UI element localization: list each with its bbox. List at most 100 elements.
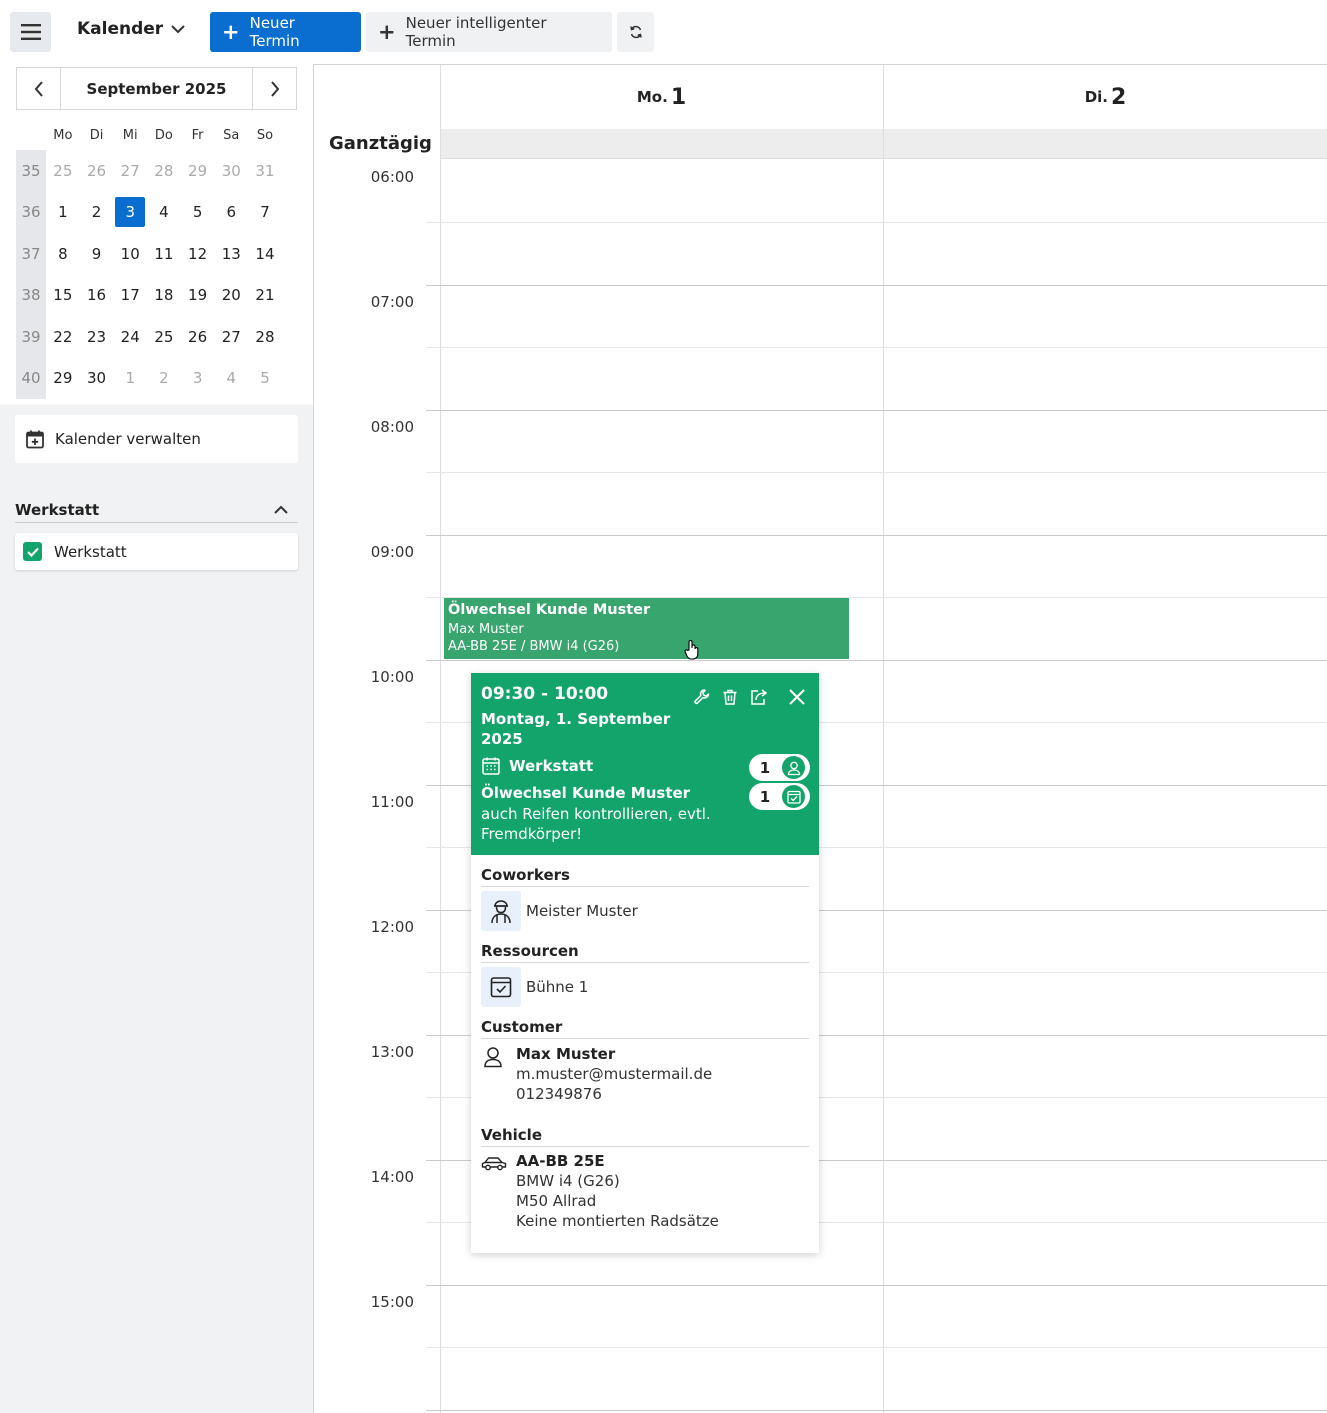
check-icon <box>26 547 39 557</box>
checkbox[interactable] <box>23 542 42 561</box>
week-number[interactable]: 39 <box>16 316 46 358</box>
mini-calendar-day[interactable]: 26 <box>181 322 215 352</box>
customer-details: Max Muster m.muster@mustermail.de 012349… <box>516 1044 712 1104</box>
mini-calendar-day[interactable]: 5 <box>248 363 282 393</box>
day-number: 1 <box>670 84 687 110</box>
mini-calendar-day[interactable]: 2 <box>80 197 114 227</box>
refresh-button[interactable] <box>617 12 654 52</box>
hour-label: 13:00 <box>370 1043 414 1061</box>
customer-email[interactable]: m.muster@mustermail.de <box>516 1064 712 1084</box>
mini-calendar-day[interactable]: 27 <box>214 322 248 352</box>
day-header-monday[interactable]: Mo. 1 <box>440 65 883 129</box>
mini-calendar-day[interactable]: 23 <box>80 322 114 352</box>
mini-calendar-day[interactable]: 18 <box>147 280 181 310</box>
customer-phone[interactable]: 012349876 <box>516 1084 712 1104</box>
resource-name: Bühne 1 <box>526 978 589 996</box>
week-number[interactable]: 35 <box>16 150 46 192</box>
column-divider <box>440 65 441 1413</box>
week-number[interactable]: 36 <box>16 191 46 233</box>
day-name: Di. <box>1084 88 1108 106</box>
week-number[interactable]: 38 <box>16 274 46 316</box>
customer-name: Max Muster <box>516 1045 616 1063</box>
mini-calendar-day[interactable]: 20 <box>214 280 248 310</box>
mini-calendar-day[interactable]: 28 <box>147 156 181 186</box>
week-number[interactable]: 40 <box>16 357 46 399</box>
mini-calendar-day[interactable]: 19 <box>181 280 215 310</box>
mini-calendar-day[interactable]: 25 <box>147 322 181 352</box>
menu-button[interactable] <box>10 12 51 52</box>
week-number-header <box>16 120 46 150</box>
mini-calendar-day[interactable]: 29 <box>46 363 80 393</box>
mini-calendar-day[interactable]: 27 <box>113 156 147 186</box>
mini-calendar-week: 40 29 30 1 2 3 4 5 <box>16 357 297 399</box>
new-smart-appointment-button[interactable]: + Neuer intelligenter Termin <box>366 12 612 52</box>
mini-calendar-day[interactable]: 25 <box>46 156 80 186</box>
chevron-left-icon <box>34 80 43 97</box>
mini-calendar-day[interactable]: 12 <box>181 239 215 269</box>
close-icon[interactable] <box>787 687 807 707</box>
mini-calendar-day[interactable]: 29 <box>181 156 215 186</box>
mini-calendar-day[interactable]: 5 <box>181 197 215 227</box>
wrench-icon[interactable] <box>693 688 711 706</box>
mini-calendar-day[interactable]: 1 <box>113 363 147 393</box>
mini-calendar-day[interactable]: 21 <box>248 280 282 310</box>
calendar-selector[interactable]: Kalender <box>77 19 185 39</box>
mini-calendar-day[interactable]: 28 <box>248 322 282 352</box>
hour-gridline <box>426 285 1327 286</box>
trash-icon[interactable] <box>721 688 739 706</box>
mini-calendar-day[interactable]: 10 <box>113 239 147 269</box>
mini-calendar-day[interactable]: 1 <box>46 197 80 227</box>
resource-count: 1 <box>759 787 771 806</box>
plus-icon: + <box>378 19 396 44</box>
calendar-item-werkstatt[interactable]: Werkstatt <box>15 533 298 570</box>
mini-calendar-day[interactable]: 17 <box>113 280 147 310</box>
mini-calendar-grid: Mo Di Mi Do Fr Sa So 35 25 26 27 28 29 30 31 36 1 2 3 4 5 6 7 3… <box>16 120 297 399</box>
day-name: Mo. <box>636 88 668 106</box>
prev-month-button[interactable] <box>17 68 61 109</box>
mini-calendar-day[interactable]: 2 <box>147 363 181 393</box>
new-smart-appointment-label: Neuer intelligenter Termin <box>405 14 547 50</box>
vehicle-model: BMW i4 (G26) <box>516 1172 620 1190</box>
popup-title: Ölwechsel Kunde Muster <box>481 784 691 802</box>
mini-calendar-day[interactable]: 31 <box>248 156 282 186</box>
new-appointment-button[interactable]: + Neuer Termin <box>210 12 361 52</box>
manage-calendars-button[interactable]: Kalender verwalten <box>15 415 298 463</box>
mini-calendar-day[interactable]: 8 <box>46 239 80 269</box>
mini-calendar-day[interactable]: 7 <box>248 197 282 227</box>
week-number[interactable]: 37 <box>16 233 46 275</box>
mini-calendar-day[interactable]: 11 <box>147 239 181 269</box>
refresh-icon <box>629 25 642 39</box>
vehicle-plate: AA-BB 25E <box>516 1152 605 1170</box>
popup-calendar: Werkstatt <box>481 756 593 776</box>
mini-calendar-day[interactable]: 14 <box>248 239 282 269</box>
calendar-group-header[interactable]: Werkstatt <box>15 497 298 523</box>
calendar-title: Kalender <box>77 19 164 39</box>
share-icon[interactable] <box>749 688 769 706</box>
mini-calendar-day[interactable]: 30 <box>80 363 114 393</box>
weekday-header-row: Mo Di Mi Do Fr Sa So <box>16 120 297 150</box>
mini-calendar-day[interactable]: 24 <box>113 322 147 352</box>
mini-calendar-week: 35 25 26 27 28 29 30 31 <box>16 150 297 192</box>
mini-calendar-day[interactable]: 6 <box>214 197 248 227</box>
mini-calendar-day[interactable]: 16 <box>80 280 114 310</box>
mini-calendar-day[interactable]: 4 <box>214 363 248 393</box>
mini-calendar-day[interactable]: 9 <box>80 239 114 269</box>
mini-calendar-day[interactable]: 30 <box>214 156 248 186</box>
vehicle-details: AA-BB 25E BMW i4 (G26) M50 Allrad Keine … <box>516 1151 719 1231</box>
next-month-button[interactable] <box>252 68 296 109</box>
event-title: Ölwechsel Kunde Muster <box>448 602 651 618</box>
mini-calendar-week: 37 8 9 10 11 12 13 14 <box>16 233 297 275</box>
day-header-tuesday[interactable]: Di. 2 <box>883 65 1327 129</box>
mini-calendar-day[interactable]: 3 <box>115 197 146 228</box>
mini-calendar-day[interactable]: 26 <box>80 156 114 186</box>
half-hour-gridline <box>426 597 1327 598</box>
mini-calendar-day[interactable]: 4 <box>147 197 181 227</box>
hour-label: 11:00 <box>370 793 414 811</box>
appointment-event[interactable]: Ölwechsel Kunde Muster Max Muster AA-BB … <box>444 597 849 659</box>
mini-calendar-day[interactable]: 15 <box>46 280 80 310</box>
mini-calendar-day[interactable]: 22 <box>46 322 80 352</box>
mini-calendar-day[interactable]: 3 <box>181 363 215 393</box>
chevron-up-icon <box>274 505 288 514</box>
mini-calendar-day[interactable]: 13 <box>214 239 248 269</box>
mini-calendar-month[interactable]: September 2025 <box>61 68 252 109</box>
